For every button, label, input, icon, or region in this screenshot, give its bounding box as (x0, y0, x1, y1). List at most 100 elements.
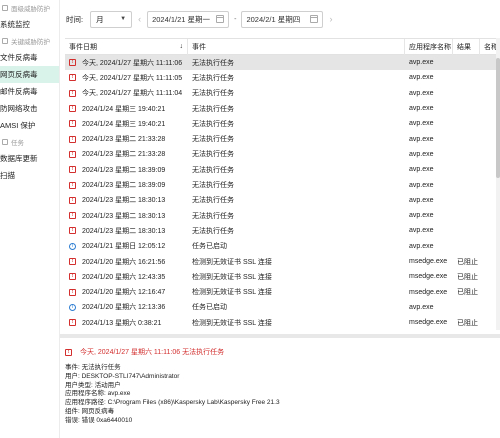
period-select[interactable]: 月 ▼ (90, 10, 133, 28)
cell-event: 无法执行任务 (192, 212, 234, 220)
cell-date: ! 2024/1/23 星期二 21:33:28 (65, 147, 188, 162)
cell-app: msedge.exe (409, 258, 448, 265)
table-row[interactable]: i 2024/1/21 星期日 12:05:12 任务已启动 avp.exe (65, 239, 500, 254)
chevron-down-icon: ▼ (120, 16, 127, 22)
table-row[interactable]: ! 今天, 2024/1/27 星期六 11:11:06 无法执行任务 avp.exe (65, 55, 500, 71)
pane-splitter[interactable] (60, 334, 500, 338)
table-header: 事件日期 ↓ 事件 应用程序名称 结果 名称 (65, 39, 500, 55)
sidebar-item-scan[interactable]: 扫描 (0, 167, 59, 184)
table-row[interactable]: ! 2024/1/20 星期六 12:16:47 检测到无效证书 SSL 连接 mse… (65, 284, 500, 299)
cell-date: i 2024/1/21 星期日 12:05:12 (65, 239, 188, 254)
cell-result (453, 86, 480, 101)
details-line: 应用程序路径: C:\Program Files (x86)\Kaspersky… (65, 399, 280, 407)
cell-event: 无法执行任务 (192, 105, 234, 113)
scroll-thumb[interactable] (496, 58, 500, 178)
error-icon: ! (69, 166, 76, 174)
table-row[interactable]: ! 2024/1/23 星期二 18:30:13 无法执行任务 avp.exe (65, 208, 500, 223)
table-row[interactable]: ! 今天, 2024/1/27 星期六 11:11:04 无法执行任务 avp.exe (65, 86, 500, 101)
cell-app: avp.exe (409, 303, 434, 311)
cell-result (453, 131, 480, 146)
end-date-picker[interactable]: 2024/2/1 星期四 (241, 10, 324, 28)
table-row[interactable]: ! 今天, 2024/1/27 星期六 11:11:05 无法执行任务 avp.exe (65, 70, 500, 85)
cell-date: ! 2024/1/20 星期六 16:21:56 (65, 254, 188, 269)
table-scrollbar[interactable] (496, 38, 500, 330)
cell-result (453, 208, 480, 223)
table-row[interactable]: ! 2024/1/23 星期二 21:33:28 无法执行任务 avp.exe (65, 131, 500, 146)
table-row[interactable]: ! 2024/1/23 星期二 21:33:28 无法执行任务 avp.exe (65, 147, 500, 162)
details-header: ! 今天, 2024/1/27 星期六 11:11:06 无法执行任务 (65, 346, 500, 358)
error-icon: ! (69, 135, 76, 143)
error-icon: ! (69, 74, 76, 82)
table-row[interactable]: ! 2024/1/20 星期六 16:21:56 检测到无效证书 SSL 连接 mse… (65, 254, 500, 269)
event-details: ! 今天, 2024/1/27 星期六 11:11:06 无法执行任务 事件: … (65, 346, 500, 438)
cell-date: ! 2024/1/23 星期二 18:30:13 (65, 223, 188, 238)
cell-event: 任务已启动 (192, 304, 227, 312)
cell-result (453, 300, 480, 315)
sidebar-item-system-monitor[interactable]: 系统监控 (0, 16, 59, 33)
cell-result (453, 116, 480, 131)
calendar-icon[interactable] (310, 15, 319, 23)
calendar-icon[interactable] (216, 15, 225, 23)
cell-app: msedge.exe (409, 273, 448, 281)
col-header-event[interactable]: 事件 (188, 39, 405, 55)
col-header-date[interactable]: 事件日期 ↓ (65, 39, 188, 55)
cell-event: 无法执行任务 (192, 136, 234, 144)
sidebar-section-3: 任务 (0, 134, 59, 150)
table-row[interactable]: ! 2024/1/23 星期二 18:30:13 无法执行任务 avp.exe (65, 193, 500, 208)
error-icon: ! (69, 59, 76, 67)
cell-result (453, 147, 480, 162)
table-row[interactable]: ! 2024/1/20 星期六 12:43:35 检测到无效证书 SSL 连接 mse… (65, 269, 500, 284)
table-row[interactable]: ! 2024/1/24 星期三 19:40:21 无法执行任务 avp.exe (65, 116, 500, 131)
next-period-icon[interactable]: › (329, 14, 332, 24)
sidebar-item-amsi[interactable]: AMSI 保护 (0, 117, 59, 134)
cell-app: avp.exe (409, 89, 434, 97)
sidebar-item-file-antivirus[interactable]: 文件反病毒 (0, 49, 59, 66)
error-icon: ! (69, 288, 76, 296)
table-row[interactable]: ! 2024/1/13 星期六 0:38:21 检测到无效证书 SSL 连接 msed… (65, 315, 500, 330)
cell-app: avp.exe (409, 74, 434, 82)
cell-date: ! 2024/1/24 星期三 19:40:21 (65, 116, 188, 131)
table-row[interactable]: ! 2024/1/23 星期二 18:39:09 无法执行任务 avp.exe (65, 162, 500, 177)
table-row[interactable]: i 2024/1/20 星期六 12:13:36 任务已启动 avp.exe (65, 300, 500, 315)
start-date-picker[interactable]: 2024/1/21 星期一 (147, 10, 230, 28)
details-lines: 事件: 无法执行任务 用户: DESKTOP-STLI747\Administra… (65, 364, 500, 426)
table-row[interactable]: ! 2024/1/23 星期二 18:39:09 无法执行任务 avp.exe (65, 177, 500, 192)
cell-app: avp.exe (409, 181, 434, 189)
error-icon: ! (69, 227, 76, 235)
prev-period-icon[interactable]: ‹ (138, 14, 141, 24)
cell-event: 任务已启动 (192, 243, 227, 251)
sidebar-section-2: 关键威胁防护 (0, 33, 59, 49)
table-row[interactable]: ! 2024/1/23 星期二 18:30:13 无法执行任务 avp.exe (65, 223, 500, 238)
cell-app: avp.exe (409, 212, 434, 220)
sidebar-item-web-antivirus[interactable]: 网页反病毒 (0, 66, 59, 83)
error-icon: ! (69, 196, 76, 204)
error-icon: ! (69, 120, 76, 128)
shield-icon (2, 38, 8, 44)
details-line: 用户类型: 活动用户 (65, 381, 121, 389)
table-row[interactable]: ! 2024/1/24 星期三 19:40:21 无法执行任务 avp.exe (65, 101, 500, 116)
cell-result: 已阻止 (457, 273, 478, 281)
col-header-result[interactable]: 结果 (453, 39, 480, 55)
col-header-app[interactable]: 应用程序名称 (405, 39, 453, 55)
cell-result: 已阻止 (457, 258, 478, 266)
error-icon: ! (69, 181, 76, 189)
cell-app: avp.exe (409, 120, 434, 128)
sidebar-item-mail-antivirus[interactable]: 邮件反病毒 (0, 83, 59, 100)
error-icon: ! (69, 150, 76, 158)
cell-result (453, 177, 480, 192)
cell-date: ! 2024/1/20 星期六 12:43:35 (65, 269, 188, 284)
cell-date: ! 2024/1/20 星期六 12:16:47 (65, 284, 188, 299)
shield-icon (2, 5, 8, 11)
cell-event: 无法执行任务 (192, 74, 234, 82)
details-line: 事件: 无法执行任务 (65, 364, 121, 371)
sidebar-item-network-attack[interactable]: 防网络攻击 (0, 100, 59, 117)
cell-result (453, 193, 480, 208)
cell-app: avp.exe (409, 105, 434, 113)
cell-app: avp.exe (409, 135, 434, 143)
cell-result (453, 223, 480, 238)
task-icon (2, 139, 8, 145)
sidebar-item-db-update[interactable]: 数据库更新 (0, 150, 59, 167)
cell-date: ! 2024/1/23 星期二 18:39:09 (65, 162, 188, 177)
cell-date: ! 2024/1/24 星期三 19:40:21 (65, 101, 188, 116)
cell-app: avp.exe (409, 150, 434, 158)
